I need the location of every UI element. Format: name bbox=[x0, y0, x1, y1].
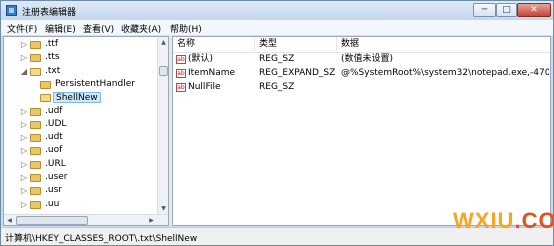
value-type: REG_SZ bbox=[259, 54, 295, 64]
tree-item-label: .uof bbox=[45, 145, 63, 156]
menu-bar: 文件(F) 编辑(E) 查看(V) 收藏夹(A) 帮助(H) bbox=[1, 20, 553, 36]
column-header-name[interactable]: 名称 bbox=[173, 37, 255, 51]
maximize-button[interactable]: □ bbox=[496, 3, 517, 17]
column-header-type[interactable]: 类型 bbox=[255, 37, 337, 51]
value-name: (默认) bbox=[188, 54, 214, 64]
tree-hscroll-thumb[interactable] bbox=[16, 216, 88, 225]
wxiu-watermark: WXIU.COM bbox=[453, 208, 553, 234]
tree-item-label: .ttf bbox=[45, 39, 59, 49]
tree-item-label: .UDL bbox=[45, 118, 67, 129]
tree-item-label: ShellNew bbox=[53, 92, 101, 104]
tree-item[interactable]: PersistentHandler bbox=[4, 79, 158, 91]
scroll-down-icon[interactable]: ▼ bbox=[158, 203, 168, 214]
folder-icon bbox=[30, 120, 41, 129]
expand-arrow-icon[interactable]: ▷ bbox=[20, 199, 28, 211]
tree-item[interactable]: ▷ .ttf bbox=[4, 39, 158, 51]
tree-item-label: .user bbox=[45, 172, 68, 182]
tree-item-label: PersistentHandler bbox=[55, 78, 135, 89]
value-data: @%SystemRoot%\system32\notepad.exe,-470 bbox=[341, 68, 549, 78]
expand-arrow-icon[interactable]: ▷ bbox=[20, 159, 28, 171]
value-type: REG_EXPAND_SZ bbox=[259, 68, 336, 78]
column-header-data[interactable]: 数据 bbox=[337, 37, 550, 51]
folder-icon bbox=[30, 200, 41, 209]
expand-arrow-icon[interactable]: ▷ bbox=[20, 52, 28, 64]
tree-item[interactable]: ▷ .UDL bbox=[4, 119, 158, 131]
watermark-main: WXIU bbox=[453, 208, 515, 233]
tree-item[interactable]: ▷ .uof bbox=[4, 145, 158, 157]
expand-arrow-icon[interactable]: ▷ bbox=[20, 106, 28, 118]
folder-icon bbox=[40, 94, 51, 103]
string-value-icon: ab bbox=[176, 83, 186, 92]
expand-arrow-icon[interactable]: ▷ bbox=[20, 119, 28, 131]
tree-scroll-thumb[interactable] bbox=[159, 66, 168, 76]
tree-item[interactable]: ▷ .udt bbox=[4, 132, 158, 144]
registry-value-row[interactable]: ab (默认) REG_SZ (数值未设置) bbox=[173, 53, 550, 66]
expand-arrow-icon[interactable]: ▷ bbox=[20, 172, 28, 184]
tree-item-label: .usr bbox=[45, 185, 62, 196]
string-value-icon: ab bbox=[176, 55, 186, 64]
folder-icon bbox=[40, 80, 51, 89]
tree-item[interactable]: ▷ .URL bbox=[4, 159, 158, 171]
collapse-arrow-icon[interactable]: ◢ bbox=[20, 66, 28, 78]
tree-item[interactable]: ▷ .udf bbox=[4, 106, 158, 118]
value-data: (数值未设置) bbox=[341, 54, 394, 64]
value-type: REG_SZ bbox=[259, 82, 295, 92]
expand-arrow-icon[interactable]: ▷ bbox=[20, 132, 28, 144]
expand-arrow-icon[interactable]: ▷ bbox=[20, 39, 28, 51]
title-bar[interactable]: 注册表编辑器 ─ □ ✕ bbox=[1, 1, 553, 20]
tree-item[interactable]: ◢ .txt bbox=[4, 66, 158, 78]
column-header-row: 名称 类型 数据 bbox=[173, 37, 550, 53]
menu-view[interactable]: 查看(V) bbox=[83, 22, 114, 35]
folder-icon bbox=[30, 134, 41, 143]
close-button[interactable]: ✕ bbox=[517, 3, 551, 17]
folder-icon bbox=[30, 54, 41, 63]
string-value-icon: ab bbox=[176, 69, 186, 78]
folder-icon bbox=[30, 160, 41, 169]
tree-horizontal-scrollbar[interactable]: ◀ ▶ bbox=[4, 214, 168, 225]
tree-item[interactable]: ▷ .uu bbox=[4, 199, 158, 211]
tree-item-label: .tts bbox=[45, 52, 60, 63]
folder-icon bbox=[30, 174, 41, 182]
scroll-right-icon[interactable]: ▶ bbox=[146, 215, 157, 225]
folder-icon bbox=[30, 107, 41, 116]
folder-icon bbox=[30, 187, 41, 196]
expand-arrow-icon[interactable]: ▷ bbox=[20, 185, 28, 197]
tree-vertical-scrollbar[interactable]: ▲ ▼ bbox=[157, 37, 168, 214]
menu-favorites[interactable]: 收藏夹(A) bbox=[121, 22, 161, 35]
value-name: ItemName bbox=[188, 68, 236, 78]
key-tree-pane[interactable]: ▷ .ttf ▷ .tts ◢ .txt PersistentHandler ShellNew… bbox=[3, 36, 169, 226]
menu-edit[interactable]: 编辑(E) bbox=[45, 22, 76, 35]
registry-value-row[interactable]: ab ItemName REG_EXPAND_SZ @%SystemRoot%\sys… bbox=[173, 67, 550, 80]
registry-editor-window: 注册表编辑器 ─ □ ✕ 文件(F) 编辑(E) 查看(V) 收藏夹(A) 帮助… bbox=[0, 0, 554, 246]
tree-item-label: .URL bbox=[45, 158, 66, 169]
minimize-button[interactable]: ─ bbox=[473, 3, 496, 17]
tree-item[interactable]: ShellNew bbox=[4, 92, 158, 104]
folder-icon bbox=[30, 41, 41, 49]
values-pane[interactable]: 名称 类型 数据 ab (默认) REG_SZ (数值未设置) ab ItemName RE… bbox=[172, 36, 551, 226]
menu-help[interactable]: 帮助(H) bbox=[170, 22, 202, 35]
tree-item[interactable]: ▷ .user bbox=[4, 172, 158, 184]
window-title: 注册表编辑器 bbox=[22, 8, 77, 18]
menu-file[interactable]: 文件(F) bbox=[7, 22, 37, 35]
tree-item-label: .udt bbox=[45, 132, 63, 143]
status-path: 计算机\HKEY_CLASSES_ROOT\.txt\ShellNew bbox=[5, 234, 198, 244]
watermark-suffix: .COM bbox=[514, 208, 553, 233]
value-name: NullFile bbox=[188, 82, 221, 92]
scroll-left-icon[interactable]: ◀ bbox=[4, 215, 15, 225]
registry-editor-icon bbox=[6, 5, 17, 16]
tree-item-label: .udf bbox=[45, 105, 63, 116]
scroll-up-icon[interactable]: ▲ bbox=[158, 37, 168, 48]
tree-item-label: .txt bbox=[45, 65, 61, 76]
folder-icon bbox=[30, 67, 41, 76]
registry-value-row[interactable]: ab NullFile REG_SZ bbox=[173, 81, 550, 94]
expand-arrow-icon[interactable]: ▷ bbox=[20, 145, 28, 157]
tree-item[interactable]: ▷ .tts bbox=[4, 52, 158, 64]
folder-icon bbox=[30, 147, 41, 156]
tree-item-label: .uu bbox=[45, 198, 60, 209]
tree-item[interactable]: ▷ .usr bbox=[4, 185, 158, 197]
